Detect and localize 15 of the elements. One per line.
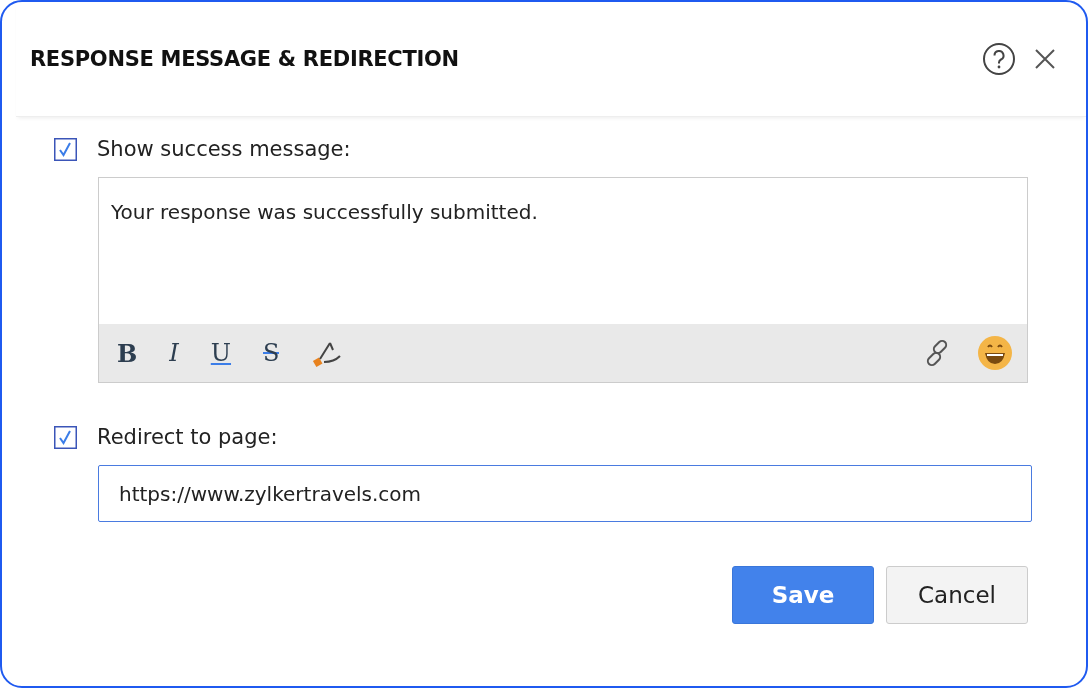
save-button[interactable]: Save — [732, 566, 874, 624]
checkbox-label: Show success message: — [97, 137, 351, 161]
close-icon[interactable] — [1034, 48, 1056, 70]
help-icon[interactable] — [982, 42, 1016, 76]
checkbox[interactable] — [54, 137, 77, 161]
dialog-title: RESPONSE MESSAGE & REDIRECTION — [30, 47, 460, 71]
underline-button[interactable]: U — [210, 339, 231, 367]
smiley-icon[interactable] — [977, 335, 1013, 371]
italic-button[interactable]: I — [169, 339, 179, 367]
checkbox-label: Redirect to page: — [97, 425, 278, 449]
message-text: Your response was successfully submitted. — [110, 199, 539, 226]
checkbox[interactable] — [54, 425, 77, 449]
bold-button[interactable]: B — [117, 338, 138, 368]
url-field[interactable]: https://www.zylkertravels.com — [98, 465, 1032, 522]
cancel-button[interactable]: Cancel — [886, 566, 1028, 624]
